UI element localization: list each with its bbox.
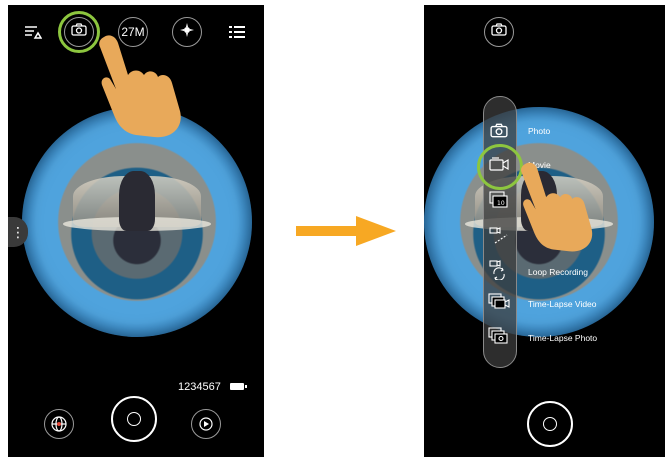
left-phone-screen: 27M ⋮ 1234567 bbox=[8, 5, 264, 457]
mode-item-time-lapse-video[interactable]: Time-Lapse Video bbox=[424, 289, 644, 317]
playback-button[interactable] bbox=[191, 409, 221, 439]
mode-label-loop-recording: Loop Recording bbox=[528, 267, 589, 277]
shots-remaining: 1234567 bbox=[178, 381, 221, 393]
battery-icon bbox=[230, 383, 247, 390]
pointing-hand-icon bbox=[521, 162, 593, 252]
svg-text:10: 10 bbox=[497, 200, 505, 207]
person-scene bbox=[118, 171, 156, 232]
pointing-hand-icon bbox=[99, 35, 181, 138]
shutter-button[interactable] bbox=[111, 396, 157, 442]
camera-mode-button-right[interactable] bbox=[484, 17, 514, 47]
mode-label-photo: Photo bbox=[528, 126, 551, 136]
mode-item-time-lapse-photo[interactable]: Time-Lapse Photo bbox=[424, 323, 644, 351]
camera-icon bbox=[488, 119, 510, 141]
time-lapse-video-icon bbox=[488, 291, 510, 313]
mode-label-time-lapse-photo: Time-Lapse Photo bbox=[528, 333, 598, 343]
mode-item-loop-recording[interactable]: Loop Recording bbox=[424, 257, 644, 285]
globe-icon bbox=[50, 415, 67, 432]
shutter-inner-ring bbox=[127, 412, 141, 426]
mode-item-photo[interactable]: Photo bbox=[424, 117, 644, 145]
loop-recording-icon bbox=[488, 259, 510, 281]
camera-icon bbox=[491, 23, 507, 41]
view-mode-button[interactable] bbox=[44, 409, 74, 439]
right-phone-screen: Photo Movie 10 Loop Recording Time-Lapse… bbox=[424, 5, 665, 457]
panorama-preview bbox=[22, 107, 252, 337]
play-icon bbox=[198, 416, 213, 431]
settings-list-icon[interactable] bbox=[222, 17, 252, 47]
shutter-inner-ring bbox=[543, 417, 557, 431]
filter-menu-icon[interactable] bbox=[18, 17, 48, 47]
mode-label-time-lapse-video: Time-Lapse Video bbox=[528, 299, 597, 309]
time-lapse-photo-icon bbox=[488, 325, 510, 347]
transition-arrow-icon bbox=[296, 216, 396, 246]
shutter-button-right[interactable] bbox=[527, 401, 573, 447]
